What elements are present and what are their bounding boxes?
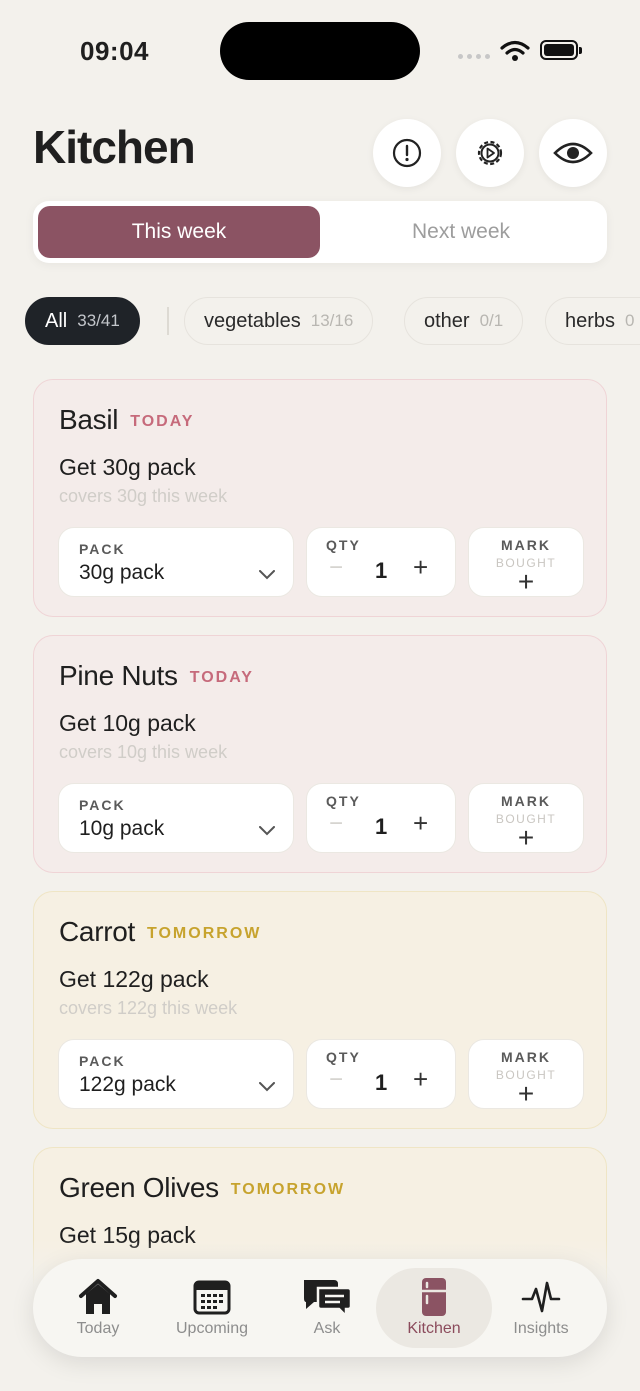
quantity-value: 1 [375, 1070, 388, 1095]
due-badge: TODAY [130, 412, 195, 430]
tab-label: Insights [513, 1320, 569, 1337]
filter-chip-vegetables[interactable]: vegetables 13/16 [184, 297, 374, 345]
chip-count: 0/1 [479, 311, 504, 330]
plus-icon: + [517, 1078, 535, 1109]
tab-label: Upcoming [175, 1320, 249, 1337]
item-name: Basil [59, 404, 119, 435]
item-action: Get 122g pack [59, 966, 209, 992]
fridge-icon [422, 1278, 446, 1316]
tab-insights[interactable]: Insights [483, 1268, 599, 1348]
decrement-button[interactable]: − [329, 810, 343, 838]
increment-button[interactable]: + [413, 1064, 428, 1095]
due-badge: TOMORROW [230, 1180, 346, 1198]
quantity-stepper: QTY − 1 + [306, 1039, 456, 1109]
item-name: Carrot [59, 916, 135, 947]
tab-upcoming[interactable]: Upcoming [154, 1268, 270, 1348]
pack-value: 10g pack [79, 817, 165, 840]
tab-today[interactable]: Today [40, 1268, 156, 1348]
chip-label: All [45, 309, 68, 332]
chip-label: herbs [565, 309, 616, 332]
item-name: Green Olives [59, 1172, 219, 1203]
filter-chip-other[interactable]: other 0/1 [404, 297, 524, 345]
chip-count: 33/41 [77, 311, 120, 330]
wifi-icon [500, 40, 530, 61]
filter-chip-all[interactable]: All 33/41 [25, 297, 140, 345]
tab-label: Ask [313, 1320, 341, 1337]
item-covers: covers 122g this week [59, 998, 238, 1018]
increment-button[interactable]: + [413, 552, 428, 583]
quantity-value: 1 [375, 814, 388, 839]
tab-label: Today [76, 1320, 120, 1337]
pack-select[interactable]: PACK 30g pack [58, 527, 294, 597]
dynamic-island [220, 22, 420, 80]
quantity-value: 1 [375, 558, 388, 583]
tab-ask[interactable]: Ask [269, 1268, 385, 1348]
chip-label: other [424, 309, 470, 332]
qty-label: QTY [326, 537, 361, 553]
item-name: Pine Nuts [59, 660, 178, 691]
chip-count: 0 [625, 311, 635, 330]
tab-next-week[interactable]: Next week [320, 206, 602, 258]
mark-label: MARK [501, 537, 551, 553]
item-action: Get 10g pack [59, 710, 196, 736]
eye-icon [553, 142, 593, 164]
tab-this-week[interactable]: This week [38, 206, 320, 258]
pack-select[interactable]: PACK 10g pack [58, 783, 294, 853]
qty-label: QTY [326, 1049, 361, 1065]
shopping-item-card: Pine Nuts TODAY Get 10g pack covers 10g t… [33, 635, 607, 873]
tab-bar: Today Upcoming Ask Kitchen Insights [33, 1259, 607, 1357]
plus-icon: + [517, 822, 535, 853]
chevron-down-icon [259, 1082, 275, 1092]
tab-label: Kitchen [407, 1320, 461, 1337]
qty-label: QTY [326, 793, 361, 809]
pack-label: PACK [79, 541, 126, 557]
gear-icon [477, 140, 503, 166]
shopping-item-card: Carrot TOMORROW Get 122g pack covers 122g… [33, 891, 607, 1129]
calendar-icon [193, 1280, 231, 1315]
pack-label: PACK [79, 1053, 126, 1069]
item-action: Get 30g pack [59, 454, 196, 480]
mark-label: MARK [501, 793, 551, 809]
page-title: Kitchen [33, 121, 196, 173]
tab-kitchen[interactable]: Kitchen [376, 1268, 492, 1348]
mark-bought-button[interactable]: MARK BOUGHT + [468, 1039, 584, 1109]
mark-bought-button[interactable]: MARK BOUGHT + [468, 783, 584, 853]
alert-button[interactable] [373, 119, 441, 187]
decrement-button[interactable]: − [329, 554, 343, 582]
decrement-button[interactable]: − [329, 1066, 343, 1094]
pack-label: PACK [79, 797, 126, 813]
signal-icon [458, 54, 490, 59]
battery-icon [540, 40, 582, 60]
week-switcher: This week Next week [33, 201, 607, 263]
chat-icon [304, 1280, 353, 1318]
pack-value: 30g pack [79, 561, 165, 584]
quantity-stepper: QTY − 1 + [306, 527, 456, 597]
pulse-icon [521, 1281, 561, 1313]
quantity-stepper: QTY − 1 + [306, 783, 456, 853]
chevron-down-icon [259, 570, 275, 580]
visibility-button[interactable] [539, 119, 607, 187]
mark-label: MARK [501, 1049, 551, 1065]
item-covers: covers 30g this week [59, 486, 228, 506]
pack-value: 122g pack [79, 1073, 176, 1096]
chevron-down-icon [259, 826, 275, 836]
status-time: 09:04 [80, 36, 149, 66]
due-badge: TOMORROW [147, 924, 262, 942]
home-icon [79, 1279, 117, 1314]
plus-icon: + [517, 566, 535, 597]
due-badge: TODAY [189, 668, 254, 686]
increment-button[interactable]: + [413, 808, 428, 839]
chip-label: vegetables [204, 309, 301, 332]
pack-select[interactable]: PACK 122g pack [58, 1039, 294, 1109]
chip-divider [167, 307, 169, 335]
shopping-item-card: Basil TODAY Get 30g pack covers 30g this … [33, 379, 607, 617]
settings-button[interactable] [456, 119, 524, 187]
alert-icon [392, 138, 422, 168]
chip-count: 13/16 [310, 311, 354, 330]
item-covers: covers 10g this week [59, 742, 228, 762]
mark-bought-button[interactable]: MARK BOUGHT + [468, 527, 584, 597]
filter-chip-herbs[interactable]: herbs 0 [545, 297, 640, 345]
